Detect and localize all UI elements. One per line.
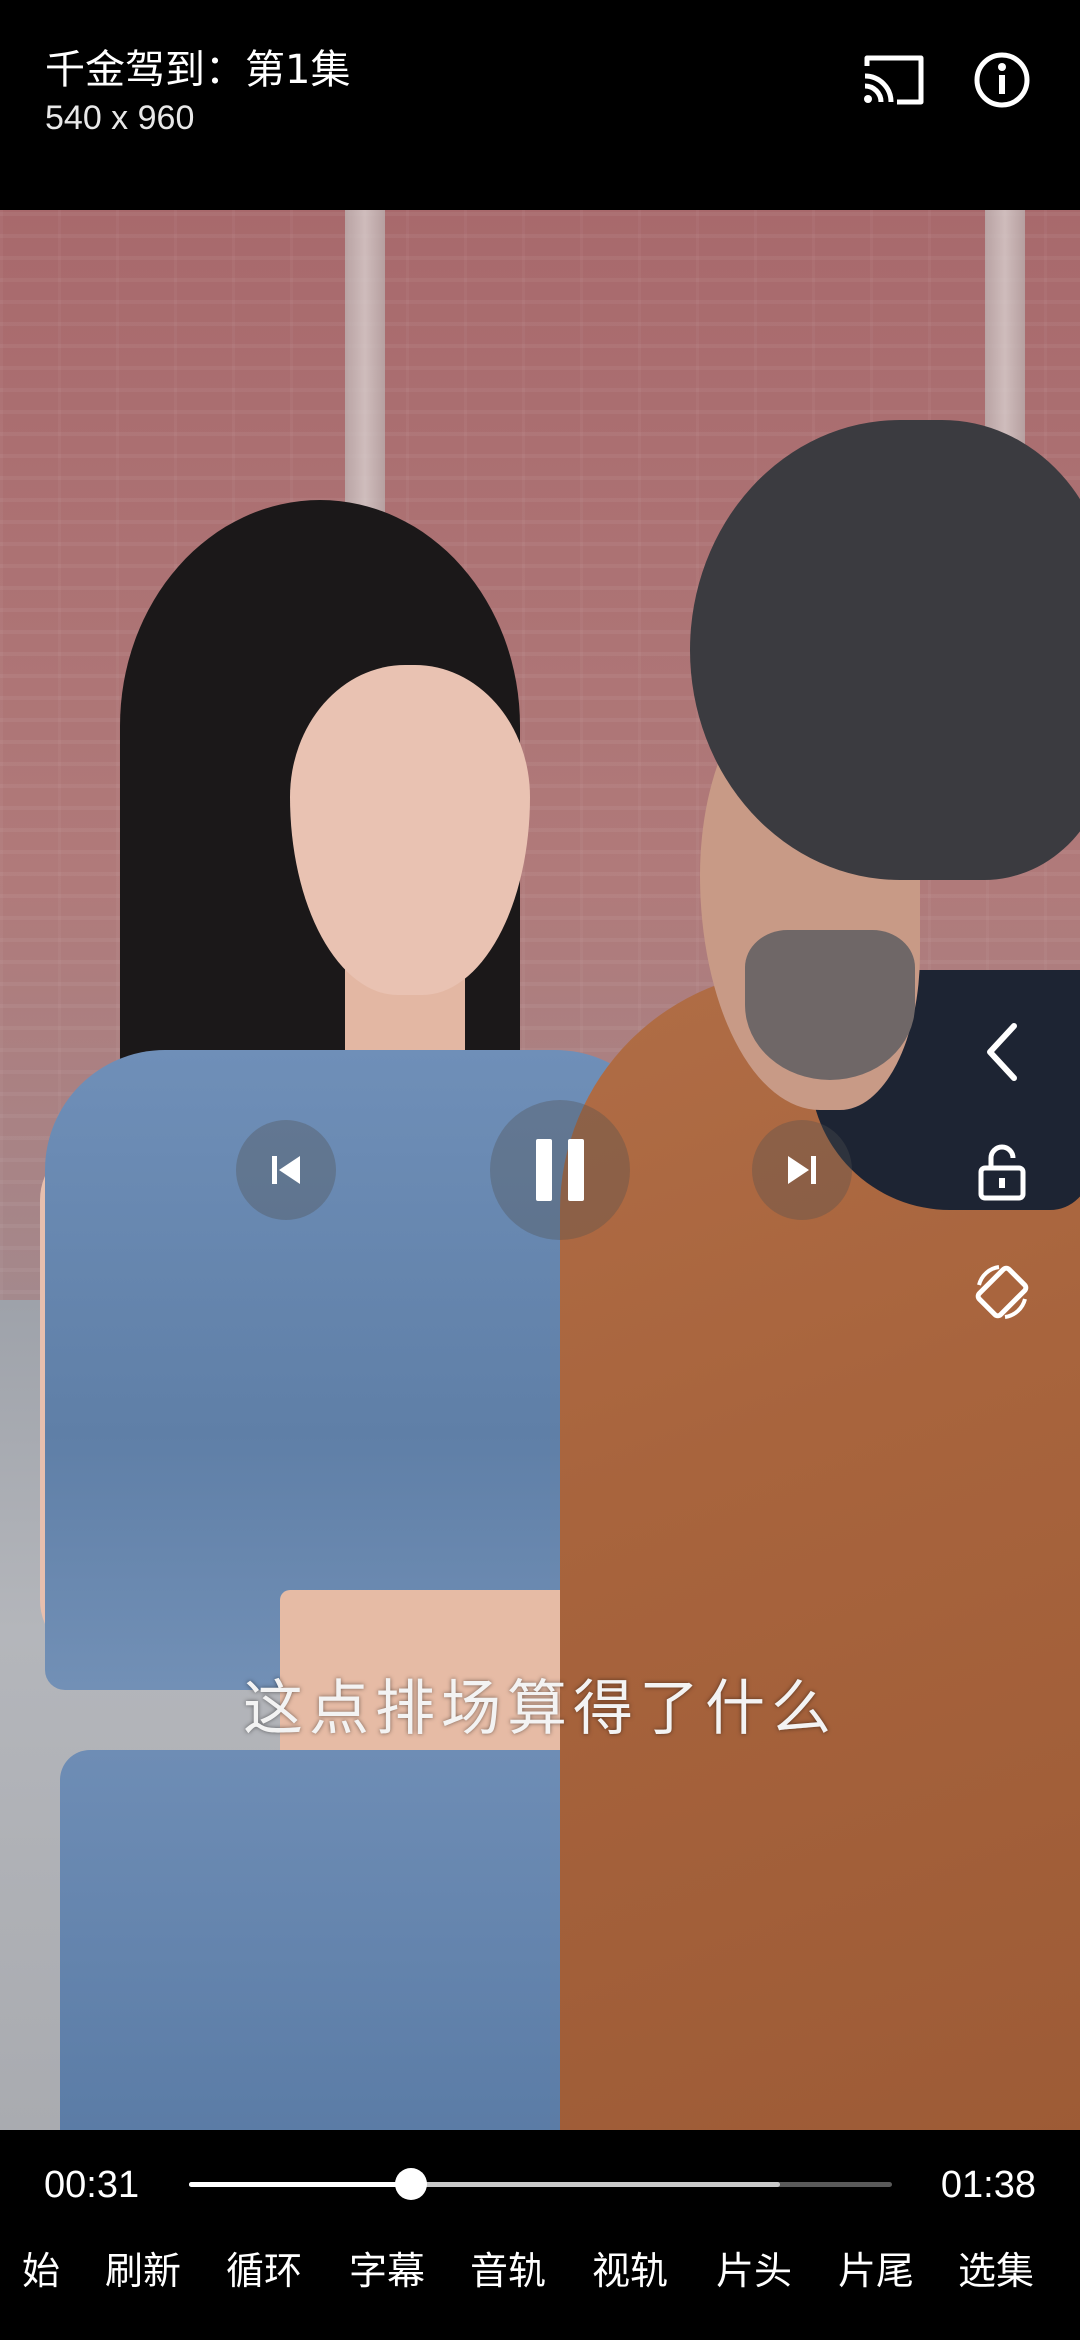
menu-item[interactable]: 始 [22, 2246, 60, 2296]
menu-item[interactable]: 字幕 [349, 2246, 425, 2296]
menu-item[interactable]: 视轨 [592, 2246, 668, 2296]
cast-icon [864, 55, 924, 105]
menu-item[interactable]: 音轨 [470, 2246, 546, 2296]
player-menu: 始刷新 循环 字幕 音轨 视轨 片头 片尾 选集 [0, 2246, 1080, 2296]
total-time: 01:38 [940, 2164, 1036, 2206]
skip-next-icon [788, 1156, 816, 1184]
info-icon [974, 52, 1030, 108]
menu-item[interactable]: 片头 [716, 2246, 792, 2296]
previous-button[interactable] [236, 1120, 336, 1220]
next-button[interactable] [752, 1120, 852, 1220]
bottom-bar [0, 2130, 1080, 2340]
man-beard [745, 930, 915, 1080]
back-chevron-icon [987, 1023, 1017, 1081]
lock-icon [978, 1144, 1026, 1201]
info-button[interactable] [966, 44, 1038, 116]
menu-item[interactable]: 刷新 [105, 2246, 181, 2296]
collapse-button[interactable] [966, 1016, 1038, 1088]
seek-thumb[interactable] [395, 2168, 428, 2200]
play-pause-button[interactable] [490, 1100, 630, 1240]
denim-skirt [60, 1750, 620, 2130]
current-time: 00:31 [44, 2164, 140, 2206]
rotate-screen-button[interactable] [966, 1256, 1038, 1328]
lock-button[interactable] [966, 1136, 1038, 1208]
video-title: 千金驾到：第1集 [45, 47, 351, 93]
cast-button[interactable] [858, 44, 930, 116]
seek-bar[interactable] [189, 2168, 892, 2200]
menu-item[interactable]: 循环 [226, 2246, 302, 2296]
video-resolution: 540 x 960 [45, 99, 195, 137]
top-bar: 千金驾到：第1集 540 x 960 [0, 0, 1080, 210]
screen-rotate-icon [975, 1265, 1029, 1319]
video-player-screen: 千金驾到：第1集 540 x 960 这点排场算得了什么 00:31 01:38… [0, 0, 1080, 2340]
menu-item[interactable]: 片尾 [838, 2246, 914, 2296]
skip-previous-icon [272, 1156, 300, 1184]
subtitle-text: 这点排场算得了什么 [243, 1674, 837, 1744]
menu-item[interactable]: 选集 [958, 2246, 1034, 2296]
played-progress [189, 2182, 412, 2187]
pause-icon [536, 1139, 584, 1201]
